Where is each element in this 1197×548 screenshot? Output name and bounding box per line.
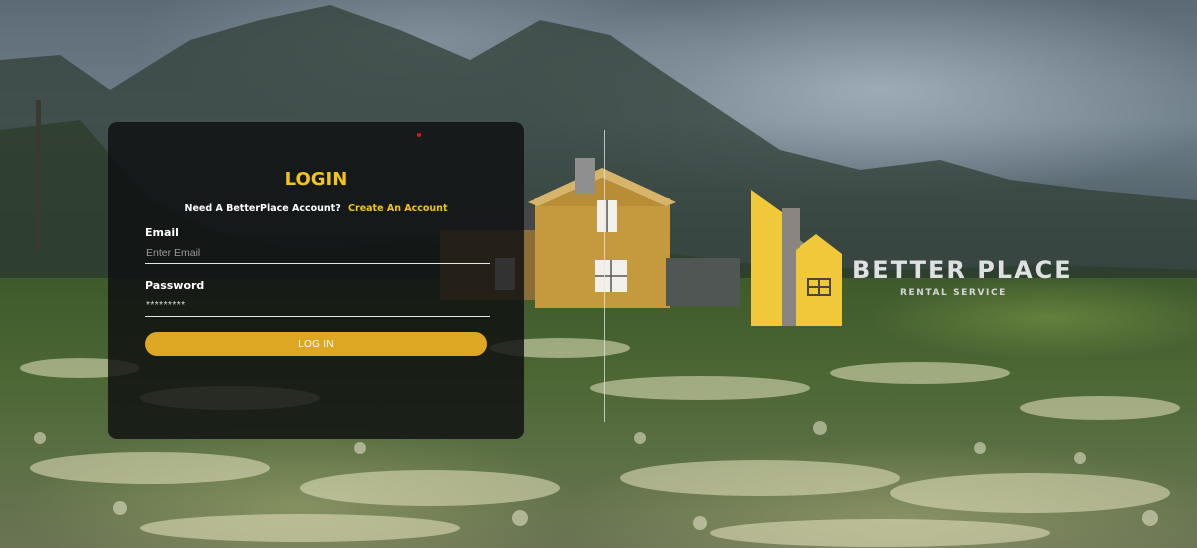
vertical-divider [604,130,605,422]
login-card: LOGIN Need A BetterPlace Account? Create… [108,122,524,439]
create-account-prompt: Need A BetterPlace Account? Create An Ac… [108,203,524,214]
red-dot-icon [417,133,421,137]
create-account-link[interactable]: Create An Account [348,203,447,214]
email-field[interactable] [145,242,490,264]
password-field[interactable] [145,295,490,317]
email-label: Email [145,226,179,239]
account-prompt-text: Need A BetterPlace Account? [184,203,341,214]
brand-tagline: RENTAL SERVICE [900,288,1007,298]
login-title: LOGIN [284,169,348,190]
login-button[interactable]: LOG IN [145,332,487,356]
password-label: Password [145,279,205,292]
brand-name: BETTER PLACE [852,256,1073,284]
utility-pole [36,100,41,250]
